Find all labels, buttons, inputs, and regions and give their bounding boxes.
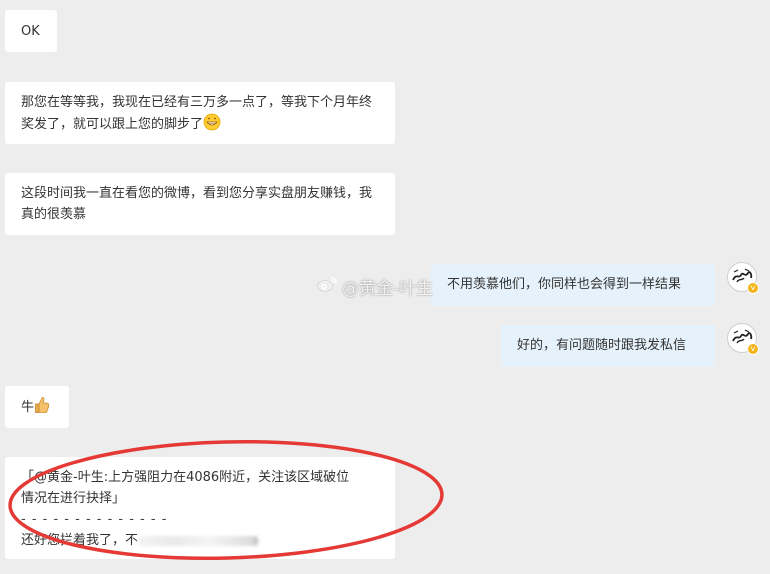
verified-badge-icon: v bbox=[747, 343, 759, 355]
blurred-text-redaction bbox=[138, 535, 259, 546]
message-bubble-ok: OK bbox=[5, 10, 57, 52]
quote-text-line: 情况在进行抉择」 bbox=[21, 491, 126, 506]
grinning-face-emoji bbox=[203, 113, 221, 138]
avatar[interactable]: v bbox=[727, 262, 759, 294]
message-bubble-no-envy: 不用羡慕他们，你同样也会得到一样结果 bbox=[431, 264, 715, 306]
thumbs-up-emoji bbox=[34, 396, 50, 421]
weibo-watermark: @黄金-叶生 bbox=[316, 275, 434, 299]
quote-text-line: 「@黄金-叶生:上方强阻力在4086附近，关注该区域破位 bbox=[21, 470, 350, 485]
message-text: 还好您拦着我了，不 bbox=[21, 533, 139, 548]
message-text: 牛 bbox=[21, 400, 35, 415]
message-text: 这段时间我一直在看您的微博，看到您分享实盘朋友赚钱，我真的很羡慕 bbox=[21, 186, 373, 222]
message-text: 不用羡慕他们，你同样也会得到一样结果 bbox=[447, 277, 682, 292]
verified-badge-icon: v bbox=[747, 282, 759, 294]
message-bubble-niu: 牛 bbox=[5, 386, 69, 428]
message-bubble-wait: 那您在等等我，我现在已经有三万多一点了，等我下个月年终奖发了，就可以跟上您的脚步… bbox=[5, 82, 395, 144]
message-bubble-weibo: 这段时间我一直在看您的微博，看到您分享实盘朋友赚钱，我真的很羡慕 bbox=[5, 173, 395, 235]
weibo-icon bbox=[316, 275, 338, 298]
message-text: 好的，有问题随时跟我发私信 bbox=[517, 338, 687, 353]
watermark-text: @黄金-叶生 bbox=[342, 278, 434, 299]
message-text: 那您在等等我，我现在已经有三万多一点了，等我下个月年终奖发了，就可以跟上您的脚步… bbox=[21, 95, 373, 132]
message-bubble-ok-reply: 好的，有问题随时跟我发私信 bbox=[501, 325, 715, 367]
message-text: OK bbox=[21, 24, 40, 39]
quote-separator: - - - - - - - - - - - - - - bbox=[21, 512, 168, 527]
message-bubble-quote-reply: 「@黄金-叶生:上方强阻力在4086附近，关注该区域破位 情况在进行抉择」 - … bbox=[5, 457, 395, 559]
avatar[interactable]: v bbox=[727, 323, 759, 355]
